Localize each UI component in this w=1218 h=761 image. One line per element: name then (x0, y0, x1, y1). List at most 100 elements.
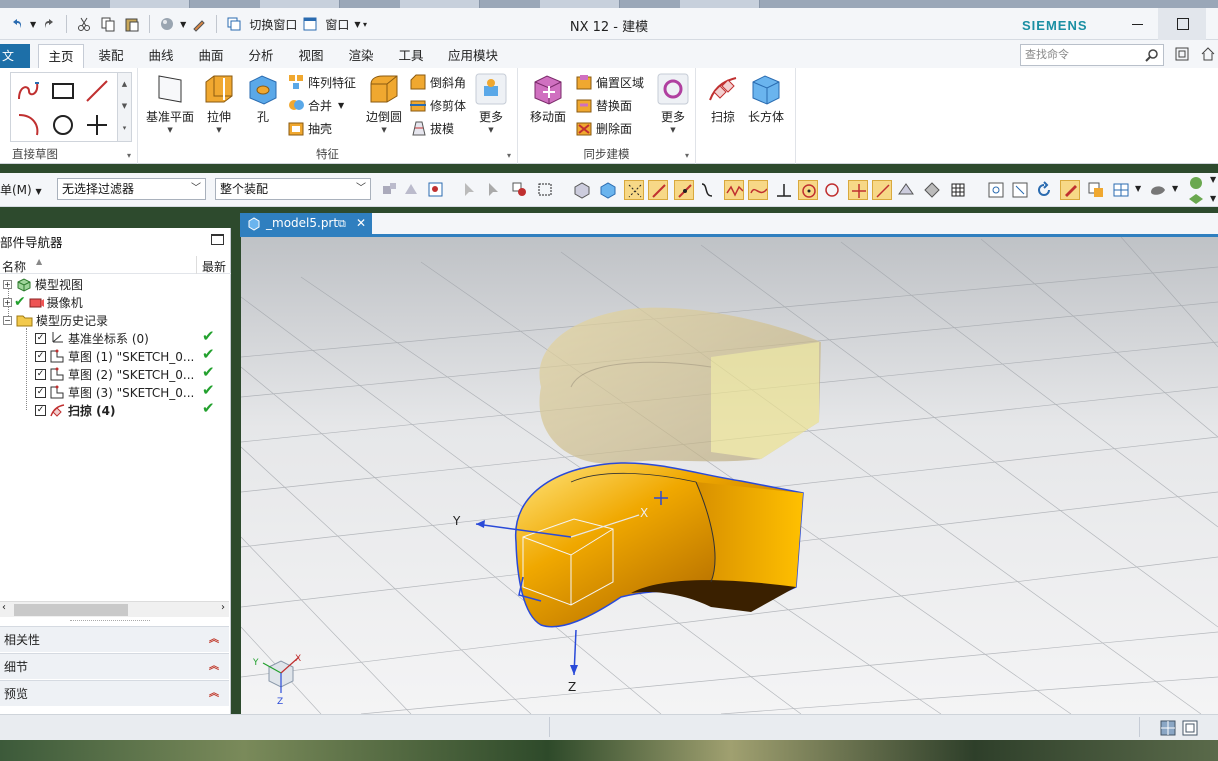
chamfer-button[interactable]: 倒斜角 (410, 72, 466, 92)
brush-icon[interactable] (188, 13, 210, 35)
block-button[interactable]: 长方体 (748, 72, 784, 125)
line-icon[interactable] (83, 77, 111, 105)
snap-line-icon[interactable] (648, 180, 668, 200)
window-menu-button[interactable]: 窗口 (325, 16, 349, 33)
scrollbar-thumb[interactable] (14, 604, 128, 616)
splitter-handle[interactable] (70, 620, 150, 624)
gallery-scroll[interactable]: ▲ ▼ ▾ (117, 73, 131, 141)
expand-icon[interactable]: + (3, 297, 12, 307)
group-expand-icon[interactable]: ▾ (507, 151, 511, 160)
horizontal-scrollbar[interactable]: ‹ › (0, 601, 229, 617)
render-style-icon[interactable] (156, 13, 178, 35)
zoom-icon[interactable] (1010, 180, 1030, 200)
solid-body-blue-icon[interactable] (598, 180, 618, 200)
switch-window-icon[interactable] (223, 13, 245, 35)
grid-icon[interactable] (948, 180, 968, 200)
sphere-view-icon[interactable] (1186, 173, 1206, 193)
panel-details[interactable]: 细节 ︽ (0, 653, 229, 679)
feature-select-icon[interactable] (510, 180, 530, 200)
feature-more-button[interactable]: 更多 ▼ (474, 72, 508, 134)
tab-applications[interactable]: 应用模块 (440, 44, 506, 68)
curve-icon[interactable] (698, 180, 718, 200)
hole-button[interactable]: 孔 (246, 72, 280, 125)
rectangle-icon[interactable] (49, 77, 77, 105)
tab-analysis[interactable]: 分析 (240, 44, 282, 68)
pattern-feature-button[interactable]: 阵列特征 (288, 72, 356, 92)
status-window-icon[interactable] (1182, 720, 1198, 736)
redo-icon[interactable] (38, 13, 60, 35)
tree-node-datum-csys[interactable]: ✓ 基准坐标系 (0) (35, 329, 149, 347)
tab-surface[interactable]: 曲面 (190, 44, 232, 68)
tab-tools[interactable]: 工具 (390, 44, 432, 68)
tree-node-cameras[interactable]: + ✔ 摄像机 (0, 293, 83, 311)
sweep-button[interactable]: 扫掠 (706, 72, 740, 125)
select-face-icon[interactable] (484, 180, 504, 200)
window-dropdown-icon[interactable]: ▼ ▾ (354, 20, 367, 29)
render-dropdown-icon[interactable]: ▼ (180, 20, 186, 29)
model-view[interactable]: Y X Z Y X Z (241, 237, 1218, 714)
rotate-icon[interactable] (1034, 180, 1054, 200)
collapse-icon[interactable]: − (3, 315, 12, 325)
selection-scope-select[interactable]: 整个装配 ﹀ (215, 178, 371, 200)
snap-point-icon[interactable] (848, 180, 868, 200)
visibility-checkbox[interactable]: ✓ (35, 350, 46, 362)
panel-dependencies[interactable]: 相关性 ︽ (0, 626, 229, 652)
graphics-window[interactable]: Y X Z Y X Z (241, 237, 1218, 714)
maximize-button[interactable] (1158, 8, 1206, 40)
status-grid-icon[interactable] (1160, 720, 1176, 736)
solid-body-icon[interactable] (572, 180, 592, 200)
resource-bar-icon[interactable] (1174, 46, 1190, 62)
dropdown-icon[interactable]: ▼ (1135, 184, 1141, 193)
dropdown-icon[interactable]: ▼ (1210, 194, 1216, 203)
dropdown-icon[interactable]: ▼ (1210, 175, 1216, 184)
visibility-checkbox[interactable]: ✓ (35, 386, 46, 398)
display-options-icon[interactable] (1186, 191, 1206, 207)
type-filter-select[interactable]: 无选择过滤器 ﹀ (57, 178, 206, 200)
arc-icon[interactable] (15, 111, 43, 139)
tree-node-sketch-1[interactable]: ✓ 草图 (1) "SKETCH_0... (35, 347, 194, 365)
snap-bounded-icon[interactable] (922, 180, 942, 200)
select-object-icon[interactable] (460, 180, 480, 200)
offset-region-button[interactable]: 偏置区域 (576, 72, 644, 92)
snap-spline-icon[interactable] (748, 180, 768, 200)
snap-center-icon[interactable] (798, 180, 818, 200)
edge-blend-button[interactable]: 边倒圆 ▼ (366, 72, 402, 134)
file-menu-tab[interactable]: 文 (0, 44, 30, 68)
snap-quadrant-icon[interactable] (822, 180, 842, 200)
component-filter-icon[interactable] (402, 180, 422, 200)
navigator-maximize-button[interactable] (211, 234, 224, 245)
datum-plane-button[interactable]: 基准平面 ▼ (146, 72, 194, 134)
tree-node-model-views[interactable]: + 模型视图 (0, 275, 83, 293)
group-expand-icon[interactable]: ▾ (127, 151, 131, 160)
visibility-checkbox[interactable]: ✓ (35, 368, 46, 380)
swept-solid[interactable] (515, 462, 804, 628)
move-face-button[interactable]: 移动面 (530, 72, 566, 125)
visibility-checkbox[interactable]: ✓ (35, 404, 46, 416)
rectangle-select-icon[interactable] (536, 180, 556, 200)
shell-button[interactable]: 抽壳 (288, 118, 332, 138)
dropdown-icon[interactable]: ▼ (1172, 184, 1178, 193)
circle-icon[interactable] (49, 111, 77, 139)
column-latest[interactable]: 最新 (202, 258, 226, 275)
trim-body-button[interactable]: 修剪体 (410, 95, 466, 115)
visibility-checkbox[interactable]: ✓ (35, 332, 46, 344)
paste-icon[interactable] (121, 13, 143, 35)
document-tab[interactable]: _model5.prt ⧉ ✕ (240, 213, 372, 234)
column-name[interactable]: 名称 (2, 258, 26, 275)
draft-button[interactable]: 拔模 (410, 118, 454, 138)
layer-icon[interactable] (1086, 180, 1106, 200)
tree-node-sketch-2[interactable]: ✓ 草图 (2) "SKETCH_0... (35, 365, 194, 383)
snap-face-icon[interactable] (896, 180, 916, 200)
tree-node-sweep[interactable]: ✓ 扫掠 (4) (35, 401, 116, 419)
view-layout-icon[interactable] (1112, 180, 1132, 200)
cut-icon[interactable] (73, 13, 95, 35)
menu-button[interactable]: 单(M) ▼ (0, 181, 42, 198)
snap-wave-icon[interactable] (724, 180, 744, 200)
undo-dropdown-icon[interactable]: ▼ (30, 20, 36, 29)
profile-icon[interactable] (15, 77, 43, 105)
switch-window-button[interactable]: 切换窗口 (249, 16, 297, 33)
window-icon[interactable] (299, 13, 321, 35)
group-expand-icon[interactable]: ▾ (685, 151, 689, 160)
replace-face-button[interactable]: 替换面 (576, 95, 632, 115)
expand-icon[interactable]: + (3, 279, 12, 289)
